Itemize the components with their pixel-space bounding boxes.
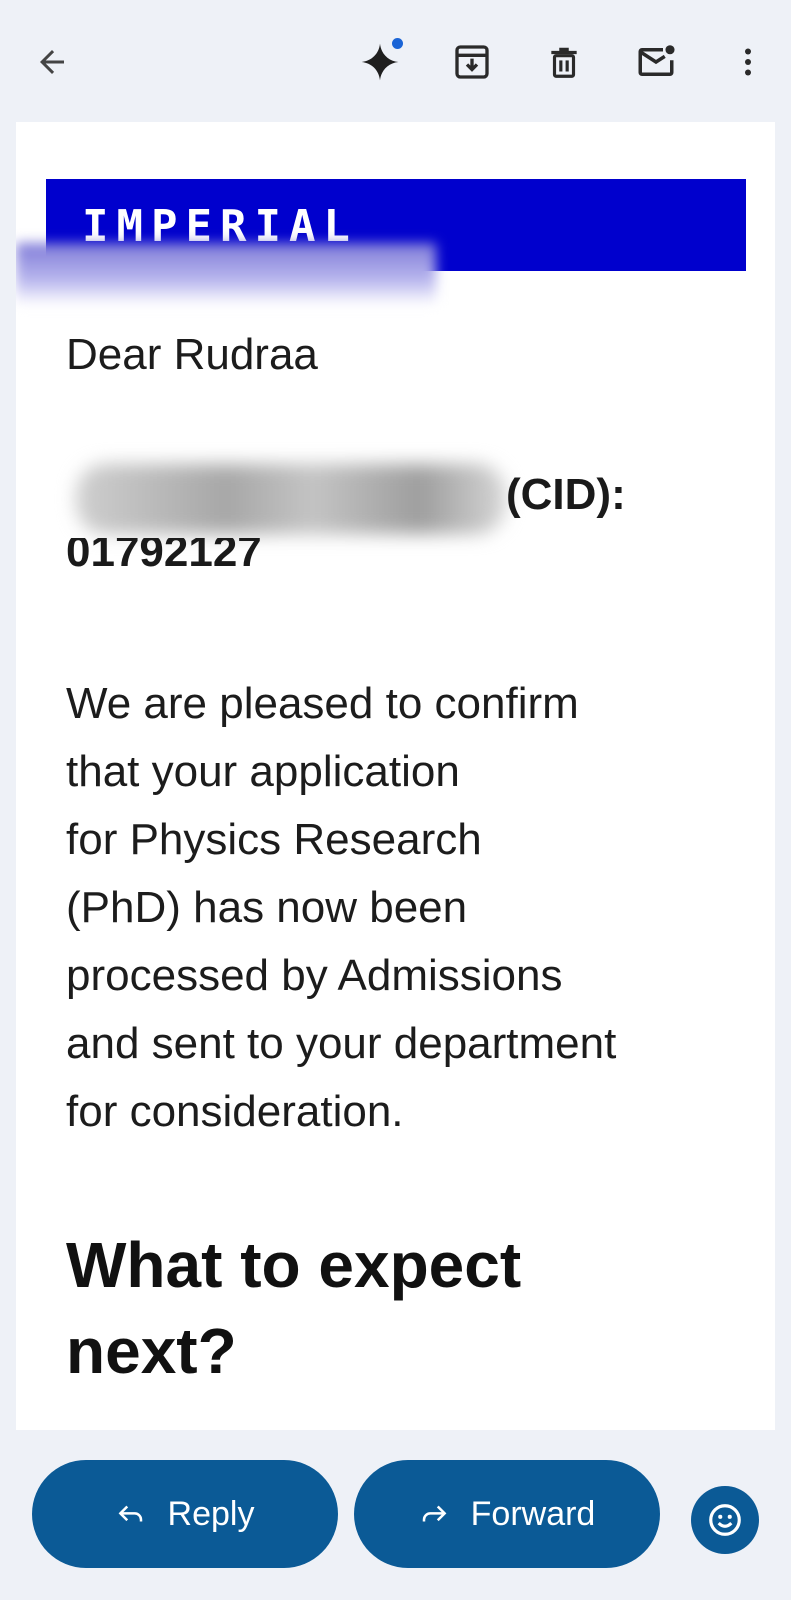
reply-label: Reply [167,1494,255,1533]
delete-button[interactable] [534,32,594,92]
redacted-area [76,464,506,534]
notification-dot [392,38,403,49]
forward-icon [419,1499,449,1529]
body-line: processed by Admissions [66,951,563,1000]
more-vertical-icon [745,48,751,76]
cid-value: 01792127 [66,538,262,580]
gemini-button[interactable] [350,32,410,92]
cid-label: (CID): [506,470,626,519]
body-line: for consideration. [66,1087,404,1136]
archive-button[interactable] [442,32,502,92]
body-line: that your application [66,747,460,796]
arrow-left-icon [40,50,64,74]
bottom-action-bar: Reply Forward [0,1430,791,1600]
back-button[interactable] [22,32,82,92]
cid-value-text: 01792127 [66,538,262,576]
body-line: for Physics Research [66,815,482,864]
heading-line: What to expect [66,1229,522,1301]
body-paragraph: We are pleased to confirm that your appl… [66,670,746,1146]
more-options-button[interactable] [718,32,778,92]
emoji-smile-icon [709,1504,741,1536]
forward-button[interactable]: Forward [354,1460,660,1568]
body-line: We are pleased to confirm [66,679,579,728]
redacted-area [16,243,436,305]
body-line: (PhD) has now been [66,883,468,932]
mark-unread-button[interactable] [626,32,686,92]
body-line: and sent to your department [66,1019,617,1068]
archive-icon [455,45,489,79]
reply-icon [116,1499,146,1529]
trash-icon [551,47,577,78]
emoji-reaction-button[interactable] [691,1486,759,1554]
mail-unread-icon [638,45,675,76]
section-heading: What to expect next? [66,1222,746,1394]
greeting: Dear Rudraa [66,330,318,379]
email-body: IMPERIAL Dear Rudraa (CID): 01792127 We … [16,122,775,1430]
reply-button[interactable]: Reply [32,1460,338,1568]
heading-line: next? [66,1315,237,1387]
top-toolbar [0,0,791,120]
forward-label: Forward [470,1494,596,1533]
